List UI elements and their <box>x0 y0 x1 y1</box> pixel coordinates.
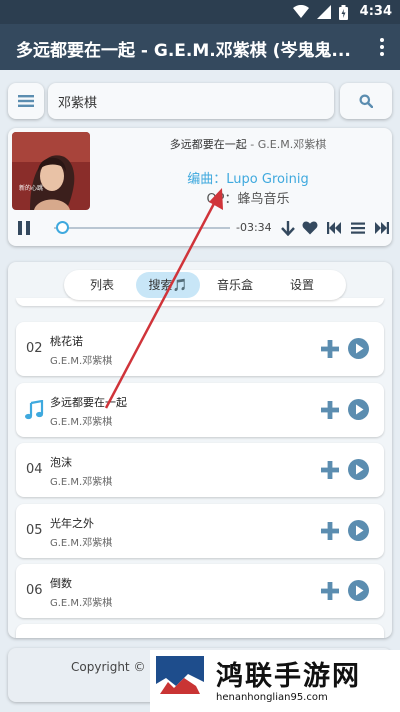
svg-text:新的心跳: 新的心跳 <box>19 184 43 192</box>
more-options-icon[interactable] <box>378 36 386 58</box>
track-title: 泡沫 <box>50 456 72 469</box>
playlist-icon[interactable] <box>350 220 366 236</box>
tab-list[interactable]: 列表 <box>70 272 134 298</box>
track-title: 桃花诺 <box>50 335 83 348</box>
album-cover[interactable]: 新的心跳 <box>12 132 90 210</box>
track-number: 06 <box>26 583 43 598</box>
list-item[interactable]: 05 光年之外 G.E.M.邓紫棋 <box>16 504 384 558</box>
search-button[interactable] <box>340 83 392 119</box>
search-input[interactable] <box>48 83 334 119</box>
list-item[interactable]: 04 泡沫 G.E.M.邓紫棋 <box>16 443 384 497</box>
track-artist: G.E.M.邓紫棋 <box>50 477 113 488</box>
track-number: 02 <box>26 341 43 356</box>
page-title: 多远都要在一起 - G.E.M.邓紫棋 (岑鬼鬼... <box>16 41 351 61</box>
tab-search[interactable]: 搜索🎵 <box>136 272 200 298</box>
track-title: 多远都要在一起 <box>50 396 127 409</box>
watermark-url: henanhonglian95.com <box>216 692 328 703</box>
play-circle-icon[interactable] <box>348 520 369 541</box>
search-icon <box>359 94 373 108</box>
playback-controls: -03:34 <box>14 218 389 238</box>
track-number: 04 <box>26 462 43 477</box>
add-icon[interactable] <box>320 581 340 601</box>
wifi-icon <box>293 5 309 18</box>
tab-bar: 列表 搜索🎵 音乐盒 设置 <box>64 270 346 300</box>
now-playing-card: 新的心跳 多远都要在一起 - G.E.M.邓紫棋 编曲：Lupo Groinig… <box>8 128 392 246</box>
app-bar: 多远都要在一起 - G.E.M.邓紫棋 (岑鬼鬼... <box>0 24 400 70</box>
add-icon[interactable] <box>320 400 340 420</box>
hamburger-icon <box>18 95 34 107</box>
track-title: 光年之外 <box>50 517 94 530</box>
tab-music-box[interactable]: 音乐盒 <box>203 272 267 298</box>
content-panel: 列表 搜索🎵 音乐盒 设置 02 桃花诺 G.E.M.邓紫棋 多远都要在一起 G… <box>8 262 392 638</box>
tab-settings[interactable]: 设置 <box>270 272 334 298</box>
watermark-logo-icon <box>156 656 204 700</box>
list-item[interactable]: 06 倒数 G.E.M.邓紫棋 <box>16 564 384 618</box>
list-item[interactable] <box>16 624 384 638</box>
remaining-time: -03:34 <box>236 221 272 234</box>
status-icons <box>293 4 348 20</box>
now-playing-music-note-icon <box>25 400 44 420</box>
menu-button[interactable] <box>8 83 44 119</box>
add-icon[interactable] <box>320 460 340 480</box>
signal-icon <box>317 5 331 19</box>
track-title: 倒数 <box>50 577 72 590</box>
battery-icon <box>339 4 348 20</box>
add-icon[interactable] <box>320 339 340 359</box>
next-track-icon[interactable] <box>374 220 390 236</box>
search-field-container <box>48 83 334 119</box>
progress-thumb[interactable] <box>56 221 70 234</box>
track-artist: G.E.M.邓紫棋 <box>50 356 113 367</box>
song-artist: - G.E.M.邓紫棋 <box>246 138 327 151</box>
clock: 4:34 <box>359 4 392 19</box>
progress-track[interactable] <box>54 227 230 229</box>
track-artist: G.E.M.邓紫棋 <box>50 598 113 609</box>
list-item[interactable]: 多远都要在一起 G.E.M.邓紫棋 <box>16 383 384 437</box>
pause-icon[interactable] <box>18 221 32 235</box>
song-title: 多远都要在一起 <box>169 138 247 151</box>
favorite-heart-icon[interactable] <box>302 220 318 236</box>
list-item[interactable]: 02 桃花诺 G.E.M.邓紫棋 <box>16 322 384 376</box>
play-circle-icon[interactable] <box>348 338 369 359</box>
download-icon[interactable] <box>280 220 296 236</box>
track-artist: G.E.M.邓紫棋 <box>50 417 113 428</box>
track-artist: G.E.M.邓紫棋 <box>50 538 113 549</box>
watermark: 鸿联手游网 henanhonglian95.com <box>150 650 400 712</box>
play-circle-icon[interactable] <box>348 399 369 420</box>
track-number: 05 <box>26 523 43 538</box>
play-circle-icon[interactable] <box>348 580 369 601</box>
play-circle-icon[interactable] <box>348 459 369 480</box>
add-icon[interactable] <box>320 521 340 541</box>
lyric-line-arranger: 编曲：Lupo Groinig <box>187 172 309 187</box>
previous-track-icon[interactable] <box>326 220 342 236</box>
song-title-line: 多远都要在一起 - G.E.M.邓紫棋 <box>108 136 388 152</box>
watermark-name: 鸿联手游网 <box>216 661 361 692</box>
lyric-line-op: OP：蜂鸟音乐 <box>206 192 290 207</box>
status-bar: 4:34 <box>0 0 400 24</box>
